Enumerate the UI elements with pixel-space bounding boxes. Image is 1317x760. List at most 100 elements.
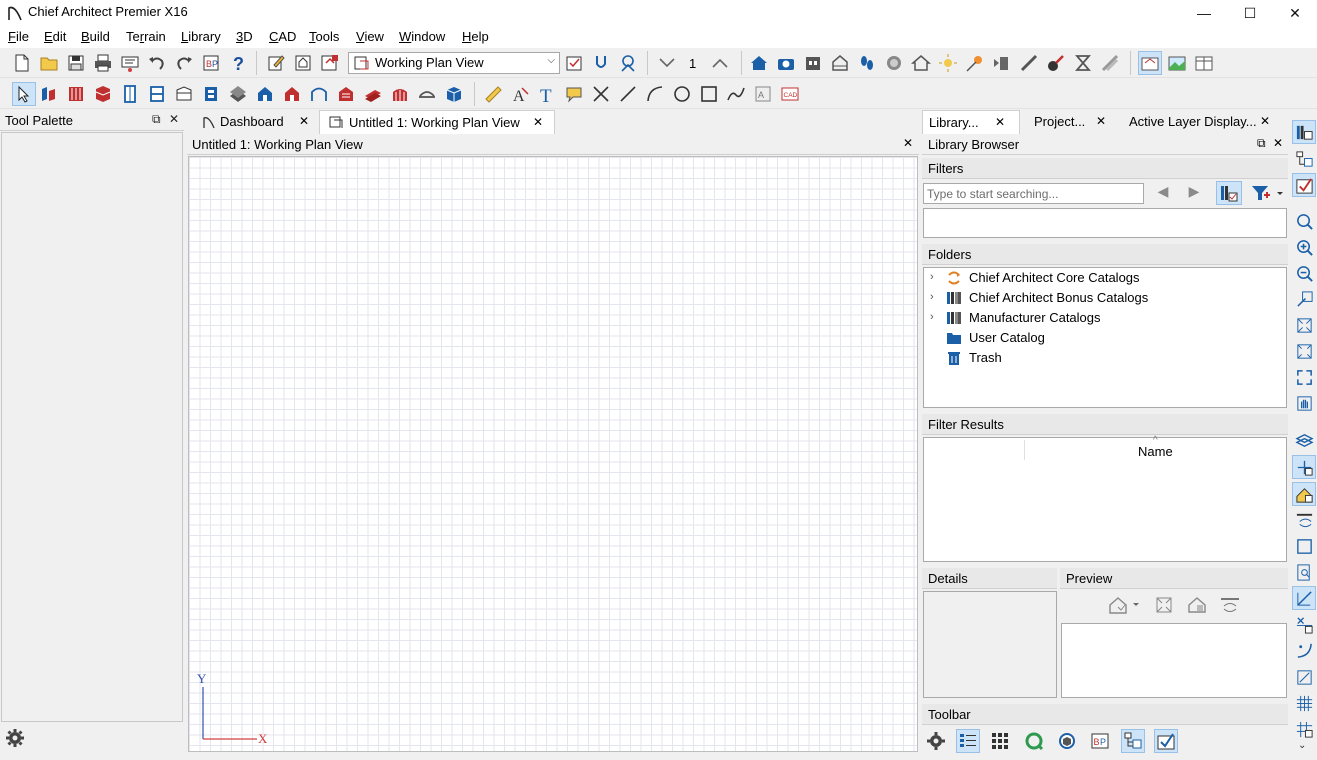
tile-windows-icon[interactable]	[1192, 51, 1216, 75]
grid-icon[interactable]	[1292, 691, 1316, 715]
help-icon[interactable]: ?	[226, 51, 250, 75]
close-view-icon[interactable]: ✕	[903, 136, 913, 150]
stairs-icon[interactable]	[199, 82, 223, 106]
menu-edit[interactable]: Edit	[44, 29, 66, 44]
house-tools-icon[interactable]	[280, 82, 304, 106]
house-camera-icon[interactable]	[747, 51, 771, 75]
folder-bonus-catalogs[interactable]: › Chief Architect Bonus Catalogs	[924, 288, 1284, 308]
zoom-in-icon[interactable]	[1292, 235, 1316, 259]
text-tools-icon[interactable]: A	[508, 82, 532, 106]
fill-window-building-icon[interactable]	[1292, 339, 1316, 363]
menu-cad[interactable]: CAD	[269, 29, 296, 44]
floor-up-icon[interactable]	[708, 51, 732, 75]
undo-icon[interactable]	[145, 51, 169, 75]
close-tab-icon[interactable]: ✕	[1260, 114, 1270, 128]
view-select[interactable]: Working Plan View ⌵	[348, 52, 560, 74]
deck-tools-icon[interactable]	[361, 82, 385, 106]
rectangle-icon[interactable]	[697, 82, 721, 106]
print-preview-icon[interactable]	[118, 51, 142, 75]
menu-help[interactable]: Help	[462, 29, 489, 44]
close-panel-icon[interactable]: ✕	[169, 112, 179, 126]
folder-user-catalog[interactable]: User Catalog	[924, 328, 1284, 348]
walkthrough-icon[interactable]	[855, 51, 879, 75]
3d-box-icon[interactable]	[442, 82, 466, 106]
expand-arrow-icon[interactable]: ›	[930, 311, 934, 323]
bumping-icon[interactable]	[1292, 586, 1316, 610]
select-objects-icon[interactable]: BP	[199, 51, 223, 75]
door-tools-icon[interactable]	[118, 82, 142, 106]
snap-grid-icon[interactable]	[1292, 717, 1316, 741]
restore-panel-icon[interactable]: ⧉	[1257, 136, 1266, 151]
tree-view-icon[interactable]	[1121, 729, 1145, 753]
material-painter-icon[interactable]	[1071, 51, 1095, 75]
window-tools-icon[interactable]	[145, 82, 169, 106]
roof-tools-icon[interactable]	[226, 82, 250, 106]
dimension-tools-icon[interactable]	[481, 82, 505, 106]
arc-icon[interactable]	[643, 82, 667, 106]
library-search-input[interactable]: Type to start searching...	[923, 183, 1144, 204]
fill-window-all-icon[interactable]	[1292, 365, 1316, 389]
tab-library[interactable]: Library... ✕	[922, 110, 1020, 134]
tab-dashboard[interactable]: Dashboard ✕	[196, 110, 314, 134]
angle-snap-icon[interactable]	[1292, 508, 1316, 532]
preview-rotate-icon[interactable]	[1219, 595, 1241, 615]
find-icon[interactable]	[1292, 560, 1316, 584]
back-arrow-icon[interactable]: ◀	[1153, 183, 1173, 203]
view-options-icon[interactable]	[562, 51, 586, 75]
menu-build[interactable]: Build	[81, 29, 110, 44]
print-icon[interactable]	[91, 51, 115, 75]
render-icon[interactable]	[882, 51, 906, 75]
redo-icon[interactable]	[172, 51, 196, 75]
pan-hand-icon[interactable]	[1292, 391, 1316, 415]
project-browser-icon[interactable]	[1292, 147, 1316, 171]
maximize-button[interactable]: ☐	[1227, 0, 1273, 26]
close-tab-icon[interactable]: ✕	[995, 115, 1005, 129]
grid-snap-icon[interactable]	[1292, 482, 1316, 506]
close-tab-icon[interactable]: ✕	[533, 115, 543, 129]
folder-manufacturer-catalogs[interactable]: › Manufacturer Catalogs	[924, 308, 1284, 328]
restore-panel-icon[interactable]: ⧉	[152, 112, 161, 127]
zoom-out-icon[interactable]	[1292, 261, 1316, 285]
zoom-icon[interactable]	[1292, 209, 1316, 233]
spline-icon[interactable]	[724, 82, 748, 106]
electrical-icon[interactable]	[589, 51, 613, 75]
save-icon[interactable]	[64, 51, 88, 75]
cad-snap-icon[interactable]	[1292, 534, 1316, 558]
expand-arrow-icon[interactable]: ›	[930, 291, 934, 303]
gear-icon[interactable]	[5, 728, 25, 748]
preview-house-icon[interactable]	[1187, 595, 1207, 615]
railing-icon[interactable]	[64, 82, 88, 106]
reference-display-icon[interactable]	[616, 51, 640, 75]
menu-library[interactable]: Library	[181, 29, 221, 44]
tab-project[interactable]: Project... ✕	[1028, 110, 1112, 134]
close-button[interactable]: ✕	[1272, 0, 1317, 26]
send-to-layout-icon[interactable]	[318, 51, 342, 75]
layer-icon[interactable]	[1098, 51, 1122, 75]
camera-icon[interactable]	[774, 51, 798, 75]
drawing-canvas[interactable]: Y X	[188, 156, 918, 752]
circle-icon[interactable]	[670, 82, 694, 106]
tab-active-layer-display[interactable]: Active Layer Display... ✕	[1123, 110, 1275, 134]
edit-mode-icon[interactable]	[1292, 612, 1316, 636]
detail-icon[interactable]: A	[751, 82, 775, 106]
menu-window[interactable]: Window	[399, 29, 445, 44]
close-tab-icon[interactable]: ✕	[1096, 114, 1106, 128]
garage-tools-icon[interactable]	[334, 82, 358, 106]
more-tools-icon[interactable]: ⌄	[1298, 740, 1306, 751]
filter-check-icon[interactable]	[1154, 729, 1178, 753]
line-icon[interactable]	[616, 82, 640, 106]
floor-down-icon[interactable]	[655, 51, 679, 75]
cabinet-base-icon[interactable]	[172, 82, 196, 106]
menu-file[interactable]: File	[8, 29, 29, 44]
folder-core-catalogs[interactable]: › Chief Architect Core Catalogs	[924, 268, 1284, 288]
close-tab-icon[interactable]: ✕	[299, 114, 309, 128]
fill-window-icon[interactable]	[1292, 313, 1316, 337]
glass-house-icon[interactable]	[909, 51, 933, 75]
sun-angle-icon[interactable]	[963, 51, 987, 75]
close-panel-icon[interactable]: ✕	[1273, 136, 1283, 150]
menu-terrain[interactable]: Terrain	[126, 29, 166, 44]
image-view-icon[interactable]	[1165, 51, 1189, 75]
forward-arrow-icon[interactable]: ▶	[1184, 183, 1204, 203]
move-camera-icon[interactable]	[990, 51, 1014, 75]
3d-warehouse-icon[interactable]	[1055, 729, 1079, 753]
